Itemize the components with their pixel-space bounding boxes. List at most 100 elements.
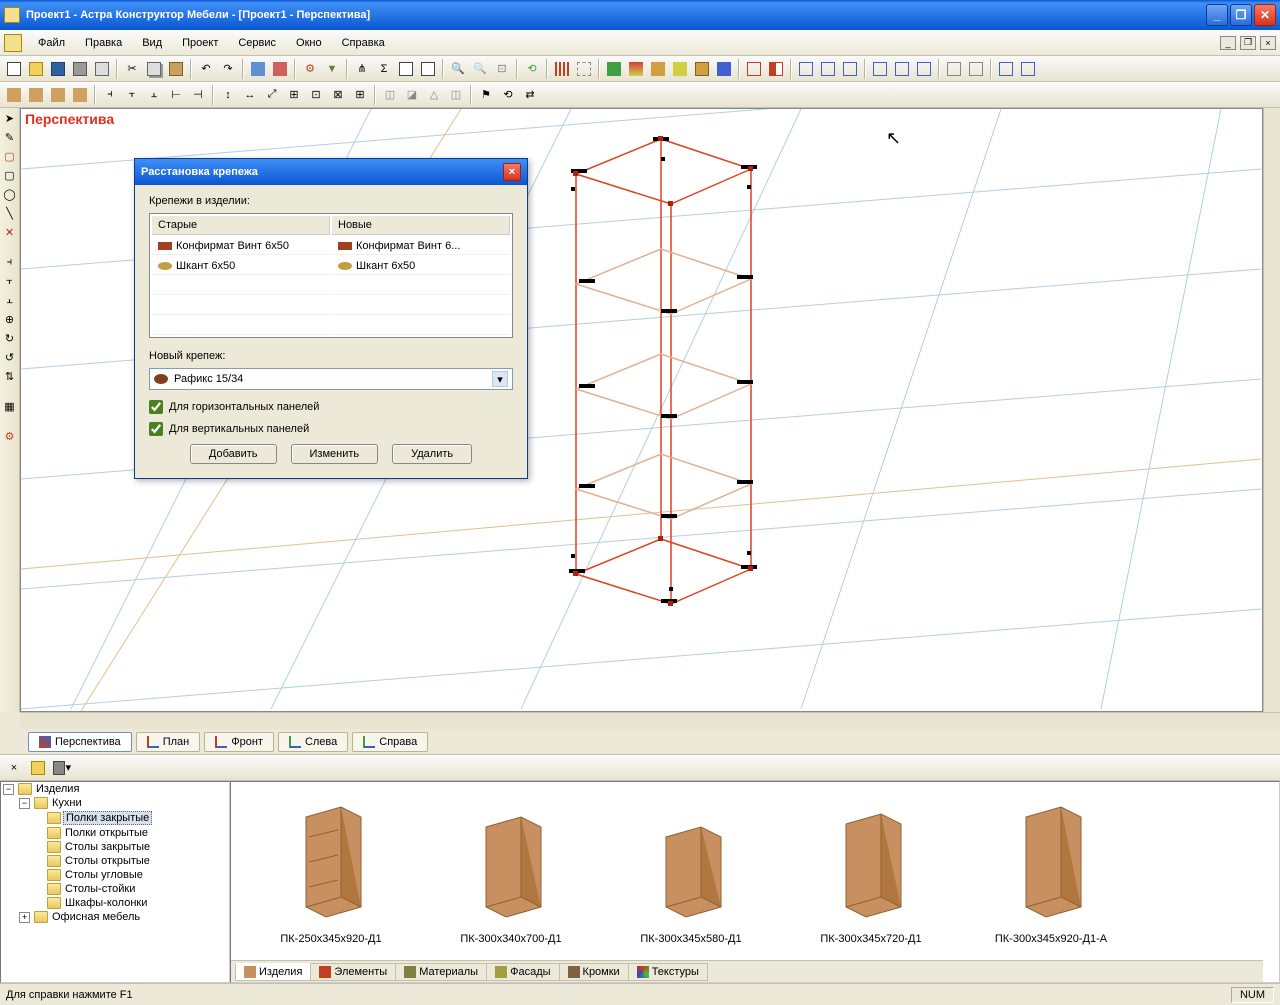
catalog-item[interactable]: ПК-300х345х720-Д1 [801,802,941,945]
tool-icon[interactable]: ▦ [2,398,18,414]
tab-right[interactable]: Справа [352,732,428,752]
tool-icon[interactable] [996,59,1016,79]
table-icon[interactable] [396,59,416,79]
report-icon[interactable] [418,59,438,79]
tool-icon[interactable]: ↻ [2,330,18,346]
layout-icon[interactable] [840,59,860,79]
sum-icon[interactable]: Σ [374,59,394,79]
tool-icon[interactable]: ◯ [2,186,18,202]
panel-icon[interactable] [766,59,786,79]
align-icon[interactable]: ⫞ [100,85,120,105]
tool-icon[interactable] [26,85,46,105]
menu-window[interactable]: Окно [286,33,332,53]
paste-icon[interactable] [166,59,186,79]
print-preview-icon[interactable] [92,59,112,79]
catalog-item[interactable]: ПК-300х345х920-Д1-А [981,802,1121,945]
tree-root[interactable]: −Изделия [1,782,229,796]
tool-icon[interactable] [966,59,986,79]
tool-icon[interactable]: ↺ [2,349,18,365]
change-button[interactable]: Изменить [291,444,379,464]
mdi-minimize[interactable]: _ [1220,36,1236,50]
tool-icon[interactable] [4,85,24,105]
layout-icon[interactable] [914,59,934,79]
flip-icon[interactable]: ⇄ [520,85,540,105]
layout-icon[interactable] [796,59,816,79]
dim-icon[interactable]: ↕ [218,85,238,105]
cut-icon[interactable]: ✂ [122,59,142,79]
menu-file[interactable]: Файл [28,33,75,53]
tool-icon[interactable]: ⊕ [2,311,18,327]
3d-icon[interactable]: ◪ [402,85,422,105]
zoom-fit-icon[interactable]: ⊡ [492,59,512,79]
dialog-close-button[interactable]: × [503,163,521,181]
color-icon[interactable] [648,59,668,79]
tree-item[interactable]: Столы открытые [1,854,229,868]
tool-icon[interactable] [248,59,268,79]
check-vertical[interactable]: Для вертикальных панелей [149,422,513,436]
close-panel-icon[interactable]: × [4,758,24,778]
menu-help[interactable]: Справка [332,33,395,53]
color-icon[interactable] [604,59,624,79]
tool-icon[interactable]: ✎ [2,129,18,145]
new-file-icon[interactable] [4,59,24,79]
tree-panel[interactable]: −Изделия −Кухни Полки закрытые Полки отк… [0,781,230,983]
col-new[interactable]: Новые [332,216,510,235]
delete-button[interactable]: Удалить [392,444,472,464]
zoom-in-icon[interactable]: 🔍 [448,59,468,79]
print-icon[interactable] [70,59,90,79]
delete-icon[interactable]: ✕ [2,224,18,240]
dialog-title-bar[interactable]: Расстановка крепежа × [135,159,527,185]
tool-icon[interactable]: ⇅ [2,368,18,384]
open-file-icon[interactable] [26,59,46,79]
tree-item[interactable]: Полки открытые [1,826,229,840]
open-folder-icon[interactable] [28,758,48,778]
rotate-icon[interactable]: ⟲ [498,85,518,105]
tree-item[interactable]: Столы-стойки [1,882,229,896]
cat-tab-elements[interactable]: Элементы [310,963,396,981]
cat-tab-edges[interactable]: Кромки [559,963,629,981]
panel-icon[interactable] [744,59,764,79]
grid-icon[interactable] [574,59,594,79]
fastener-icon[interactable]: ⚙ [300,59,320,79]
tool-icon[interactable]: ⫟ [2,273,18,289]
mdi-restore[interactable]: ❐ [1240,36,1256,50]
layout-icon[interactable] [870,59,890,79]
vertical-scrollbar[interactable] [1263,108,1280,712]
menu-service[interactable]: Сервис [228,33,286,53]
menu-edit[interactable]: Правка [75,33,132,53]
catalog-item[interactable]: ПК-300х340х700-Д1 [441,802,581,945]
redo-icon[interactable]: ↷ [218,59,238,79]
minimize-button[interactable]: _ [1206,4,1228,26]
tree-kitchens[interactable]: −Кухни [1,796,229,810]
3d-icon[interactable]: ◫ [380,85,400,105]
tool-icon[interactable] [48,85,68,105]
undo-icon[interactable]: ↶ [196,59,216,79]
align-icon[interactable]: ⫟ [122,85,142,105]
3d-icon[interactable]: △ [424,85,444,105]
maximize-button[interactable]: ❐ [1230,4,1252,26]
layout-icon[interactable] [892,59,912,79]
cat-tab-materials[interactable]: Материалы [395,963,487,981]
catalog-item[interactable]: ПК-300х345х580-Д1 [621,802,761,945]
col-old[interactable]: Старые [152,216,330,235]
dim-icon[interactable]: ⊡ [306,85,326,105]
tool-icon[interactable]: ╲ [2,205,18,221]
view-icon[interactable]: ⟲ [522,59,542,79]
dim-icon[interactable]: ⊞ [284,85,304,105]
tool-icon[interactable]: ⫠ [2,292,18,308]
mdi-close[interactable]: × [1260,36,1276,50]
tree-icon[interactable]: ⋔ [352,59,372,79]
tree-item[interactable]: Шкафы-колонки [1,896,229,910]
horizontal-scrollbar[interactable] [20,712,1280,729]
tool-icon[interactable]: ⚙ [2,428,18,444]
tool-icon[interactable]: ▢ [2,148,18,164]
tree-item[interactable]: Столы угловые [1,868,229,882]
tool-icon[interactable]: ▼ [322,59,342,79]
tool-icon[interactable] [70,85,90,105]
tree-item[interactable]: Столы закрытые [1,840,229,854]
catalog-panel[interactable]: ПК-250х345х920-Д1 ПК-300х340х700-Д1 ПК-3… [230,781,1280,983]
tool-icon[interactable] [714,59,734,79]
catalog-item[interactable]: ПК-250х345х920-Д1 [261,802,401,945]
align-icon[interactable]: ⫠ [144,85,164,105]
align-icon[interactable]: ⊣ [188,85,208,105]
